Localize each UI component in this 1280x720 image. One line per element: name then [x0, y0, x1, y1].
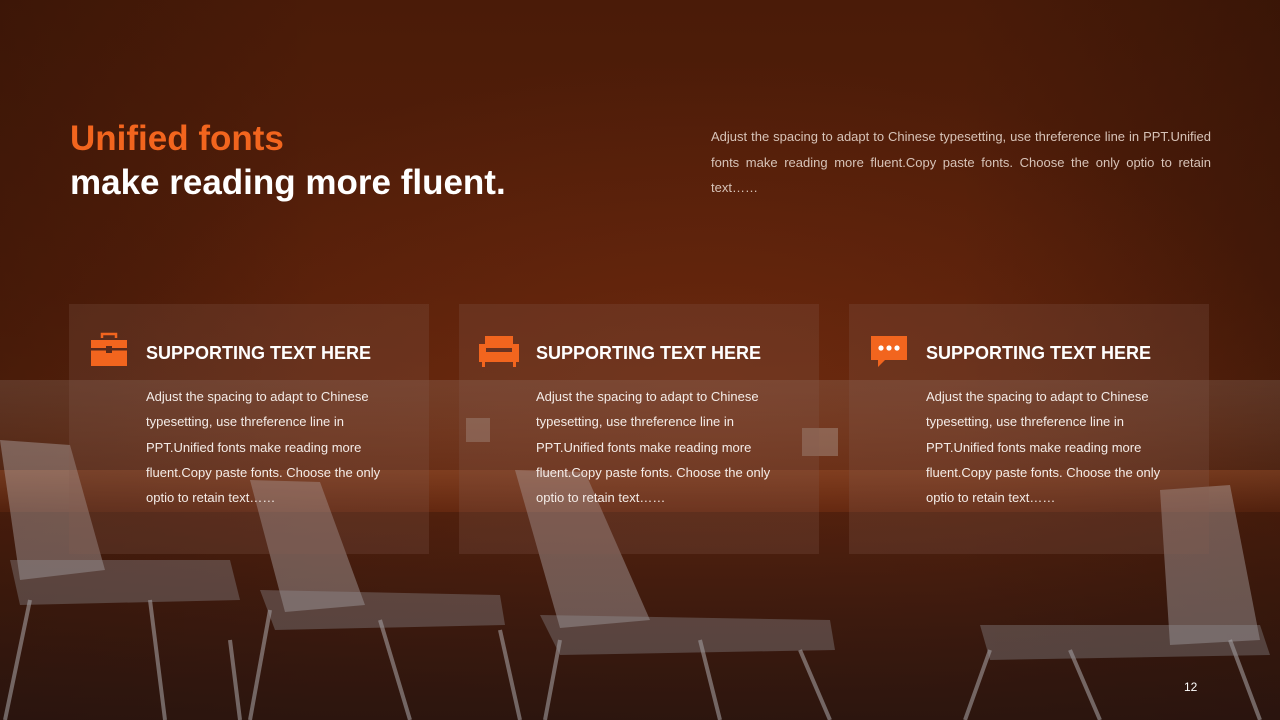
card-text: Adjust the spacing to adapt to Chinese t…	[926, 389, 1161, 506]
card-title: SUPPORTING TEXT HERE	[146, 343, 372, 363]
toolbox-icon	[91, 332, 127, 366]
title-block: Unified fonts make reading more fluent.	[70, 118, 506, 206]
card-text: Adjust the spacing to adapt to Chinese t…	[536, 389, 771, 506]
chat-bubble-icon	[871, 336, 907, 367]
card-title: SUPPORTING TEXT HERE	[926, 343, 1152, 363]
slide: Unified fonts make reading more fluent. …	[0, 0, 1280, 720]
supporting-card-3: SUPPORTING TEXT HERE Adjust the spacing …	[849, 304, 1209, 554]
supporting-card-2: SUPPORTING TEXT HERE Adjust the spacing …	[459, 304, 819, 554]
title-accent: Unified fonts	[70, 119, 284, 158]
sofa-icon	[479, 336, 519, 367]
card-title: SUPPORTING TEXT HERE	[536, 343, 762, 363]
card-text: Adjust the spacing to adapt to Chinese t…	[146, 389, 381, 506]
title-main: make reading more fluent.	[70, 163, 506, 202]
page-number: 12	[1184, 680, 1198, 694]
intro-paragraph: Adjust the spacing to adapt to Chinese t…	[711, 129, 1211, 195]
supporting-card-1: SUPPORTING TEXT HERE Adjust the spacing …	[69, 304, 429, 554]
